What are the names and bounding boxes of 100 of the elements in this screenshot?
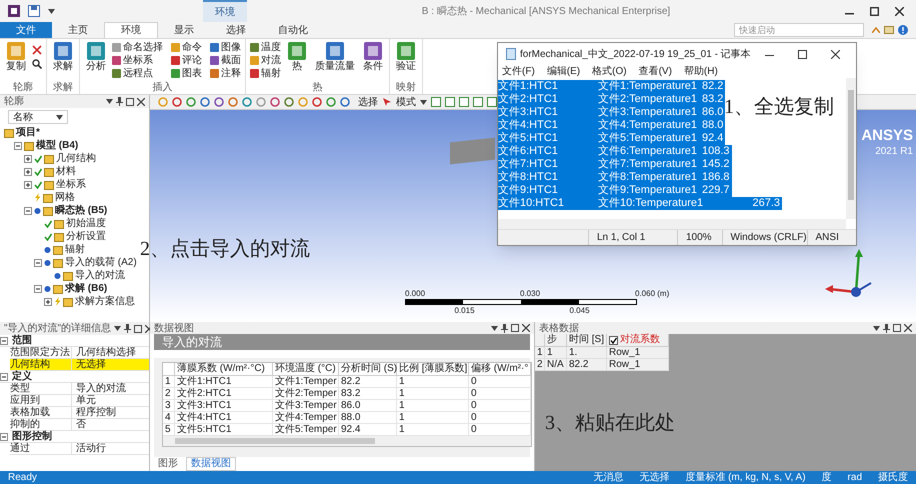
pin-icon[interactable] [883,324,890,332]
property-value[interactable]: 导入的对流 [72,383,126,394]
filter-dropdown[interactable]: 名称 [8,110,68,124]
view-tab[interactable]: 图形 [154,458,182,470]
toolbar-label[interactable]: 选择 [358,94,378,110]
tree-item[interactable]: 网格 [55,192,75,204]
ribbon-button[interactable]: 验证 [394,41,418,73]
close-icon[interactable] [831,50,840,58]
ribbon-tab[interactable]: 环境 [104,22,158,38]
ribbon-button[interactable]: 截面 [210,54,241,67]
expand-icon[interactable] [24,154,32,162]
tree-item[interactable]: 导入的对流 [75,270,125,282]
collapse-ribbon-icon[interactable] [872,27,880,33]
expand-icon[interactable] [24,180,32,188]
ribbon-button[interactable]: 求解 [51,41,75,73]
menu-item[interactable]: 文件(F) [502,66,535,78]
pin-icon[interactable] [116,97,123,106]
collapse-icon[interactable] [34,284,42,292]
ribbon-button[interactable]: 质量流量 [313,41,357,73]
dropdown-caret-icon[interactable] [873,326,880,330]
ribbon-button[interactable]: 辐射 [250,67,281,80]
tree-item[interactable]: 初始温度 [66,218,106,230]
pointer-icon[interactable] [382,97,392,107]
checkbox[interactable] [609,336,618,344]
tree-item[interactable]: 模型 (B4) [36,140,78,152]
ribbon-button[interactable]: 命令 [171,41,202,54]
property-value[interactable]: 程序控制 [72,407,116,418]
status-item[interactable]: rad [848,472,862,484]
status-item[interactable]: 度 [822,472,832,484]
menu-item[interactable]: 格式(O) [592,66,627,78]
property-value[interactable]: 单元 [72,395,96,406]
delete-icon[interactable] [32,45,42,55]
ribbon-button[interactable]: 对流 [250,54,281,67]
property-value[interactable]: 无选择 [72,359,106,370]
ribbon-button[interactable]: 图像 [210,41,241,54]
tree-item[interactable]: 辐射 [65,244,85,256]
ribbon-button[interactable]: 评论 [171,54,202,67]
close-icon[interactable] [137,98,145,106]
quick-launch-field[interactable]: 快速启动 [734,23,864,37]
ribbon-tab[interactable]: 选择 [210,22,262,38]
maximize-icon[interactable] [870,6,879,16]
view-tab[interactable]: 数据视图 [186,457,236,471]
ribbon-button[interactable]: 温度 [250,41,281,54]
ribbon-button[interactable]: 坐标系 [112,54,163,67]
close-icon[interactable] [522,324,530,332]
toolbar-label[interactable]: 模式 [396,94,416,110]
menu-item[interactable]: 查看(V) [638,66,672,78]
ribbon-button[interactable]: 远程点 [112,67,163,80]
tree-item[interactable]: 求解方案信息 [75,296,135,308]
dropdown-caret-icon[interactable] [114,326,122,331]
pin-icon[interactable] [124,324,132,333]
collapse-icon[interactable] [0,432,8,440]
message-icon[interactable] [884,25,894,35]
menu-item[interactable]: 编辑(E) [546,66,580,78]
tree-item[interactable]: 分析设置 [66,230,106,242]
ribbon-button[interactable]: 图表 [171,67,202,80]
property-value[interactable]: 否 [72,419,86,430]
horizontal-scrollbar[interactable] [163,436,531,446]
status-item[interactable]: 无选择 [639,472,670,484]
caret-icon[interactable] [56,114,63,120]
maximize-icon[interactable] [798,50,807,58]
maximize-icon[interactable] [134,324,142,332]
ribbon-button[interactable]: 条件 [361,41,385,73]
help-icon[interactable] [898,25,908,35]
tree-item[interactable]: 导入的载荷 (A2) [65,256,137,268]
status-item[interactable]: 摄氏度 [878,472,908,484]
tree-item[interactable]: 求解 (B6) [65,282,108,294]
close-icon[interactable] [895,6,904,16]
tree-item[interactable]: 坐标系 [56,178,86,190]
collapse-icon[interactable] [0,372,8,380]
caret-icon[interactable] [420,100,427,104]
ribbon-button[interactable]: 热 [285,41,309,73]
tree-item[interactable]: 材料 [56,166,76,178]
tree-item[interactable]: 项目* [16,126,40,138]
ribbon-tab[interactable]: 文件 [0,22,52,38]
ribbon-tab[interactable]: 显示 [158,22,210,38]
pin-icon[interactable] [501,324,508,332]
ribbon-tab[interactable]: 自动化 [262,22,324,38]
expand-icon[interactable] [44,298,52,306]
ribbon-button[interactable]: 注释 [210,67,241,80]
tree-item[interactable]: 几何结构 [56,152,96,164]
search-icon[interactable] [32,59,42,69]
dropdown-caret-icon[interactable] [491,326,498,330]
close-icon[interactable] [904,324,912,332]
maximize-icon[interactable] [511,324,519,332]
dropdown-caret-icon[interactable] [106,99,113,104]
expand-icon[interactable] [24,168,32,176]
horizontal-scrollbar[interactable] [498,219,846,229]
status-item[interactable]: 度量标准 (m, kg, N, s, V, A) [685,472,806,484]
property-value[interactable]: 几何结构选择 [72,347,136,358]
tree-item[interactable]: 瞬态热 (B5) [55,204,108,216]
ribbon-tab[interactable]: 主页 [52,22,104,38]
vertical-scrollbar[interactable] [846,78,856,219]
maximize-icon[interactable] [126,98,134,106]
ribbon-button[interactable]: 命名选择 [112,41,163,54]
maximize-icon[interactable] [893,324,901,332]
ribbon-button[interactable]: 复制 [4,41,28,73]
property-value[interactable]: 活动行 [72,443,106,454]
collapse-icon[interactable] [14,142,22,150]
save-icon[interactable] [28,5,40,17]
